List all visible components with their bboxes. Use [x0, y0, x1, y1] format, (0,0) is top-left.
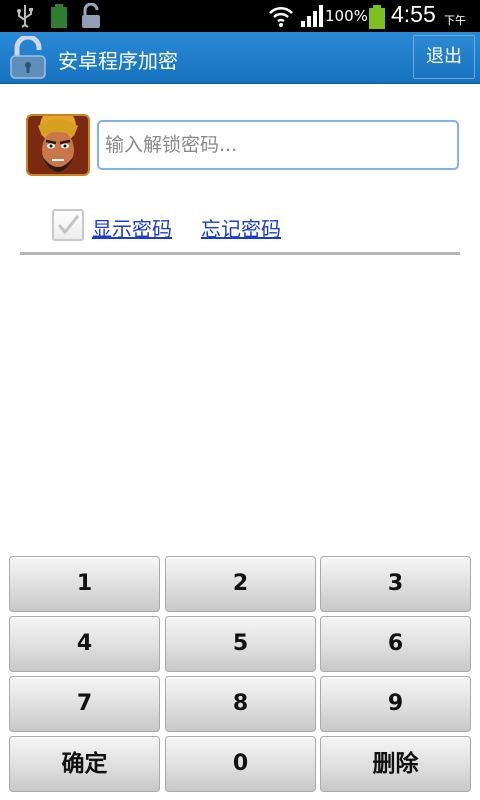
password-input[interactable] — [97, 120, 459, 170]
clock-time: 4:55 — [391, 1, 436, 27]
app-title: 安卓程序加密 — [58, 49, 178, 73]
key-3[interactable]: 3 — [320, 556, 471, 612]
show-password-checkbox[interactable] — [52, 209, 84, 241]
delete-button[interactable]: 删除 — [320, 736, 471, 792]
key-4[interactable]: 4 — [9, 616, 160, 672]
lock-icon — [8, 34, 48, 84]
clock-ampm: 下午 — [444, 14, 466, 27]
unlock-icon — [80, 2, 102, 33]
key-2[interactable]: 2 — [165, 556, 316, 612]
key-6[interactable]: 6 — [320, 616, 471, 672]
divider — [20, 252, 460, 255]
exit-button[interactable]: 退出 — [413, 35, 475, 79]
key-8[interactable]: 8 — [165, 676, 316, 732]
battery-percent: 100% — [325, 7, 368, 25]
keypad: 1 2 3 4 5 6 7 8 9 确定 0 删除 — [0, 553, 480, 800]
confirm-button[interactable]: 确定 — [9, 736, 160, 792]
title-bar: 安卓程序加密 退出 — [0, 32, 480, 84]
key-5[interactable]: 5 — [165, 616, 316, 672]
app-avatar — [26, 114, 90, 176]
key-9[interactable]: 9 — [320, 676, 471, 732]
battery-small-icon — [50, 3, 68, 33]
wifi-icon — [268, 3, 294, 33]
show-password-link[interactable]: 显示密码 — [92, 213, 172, 242]
forgot-password-link[interactable]: 忘记密码 — [201, 213, 281, 242]
key-1[interactable]: 1 — [9, 556, 160, 612]
status-bar: 100% 4:55 下午 — [0, 0, 480, 32]
usb-icon — [14, 3, 36, 33]
battery-icon — [368, 4, 386, 34]
key-7[interactable]: 7 — [9, 676, 160, 732]
checkmark-icon — [57, 215, 80, 235]
signal-icon — [300, 3, 324, 33]
key-0[interactable]: 0 — [165, 736, 316, 792]
